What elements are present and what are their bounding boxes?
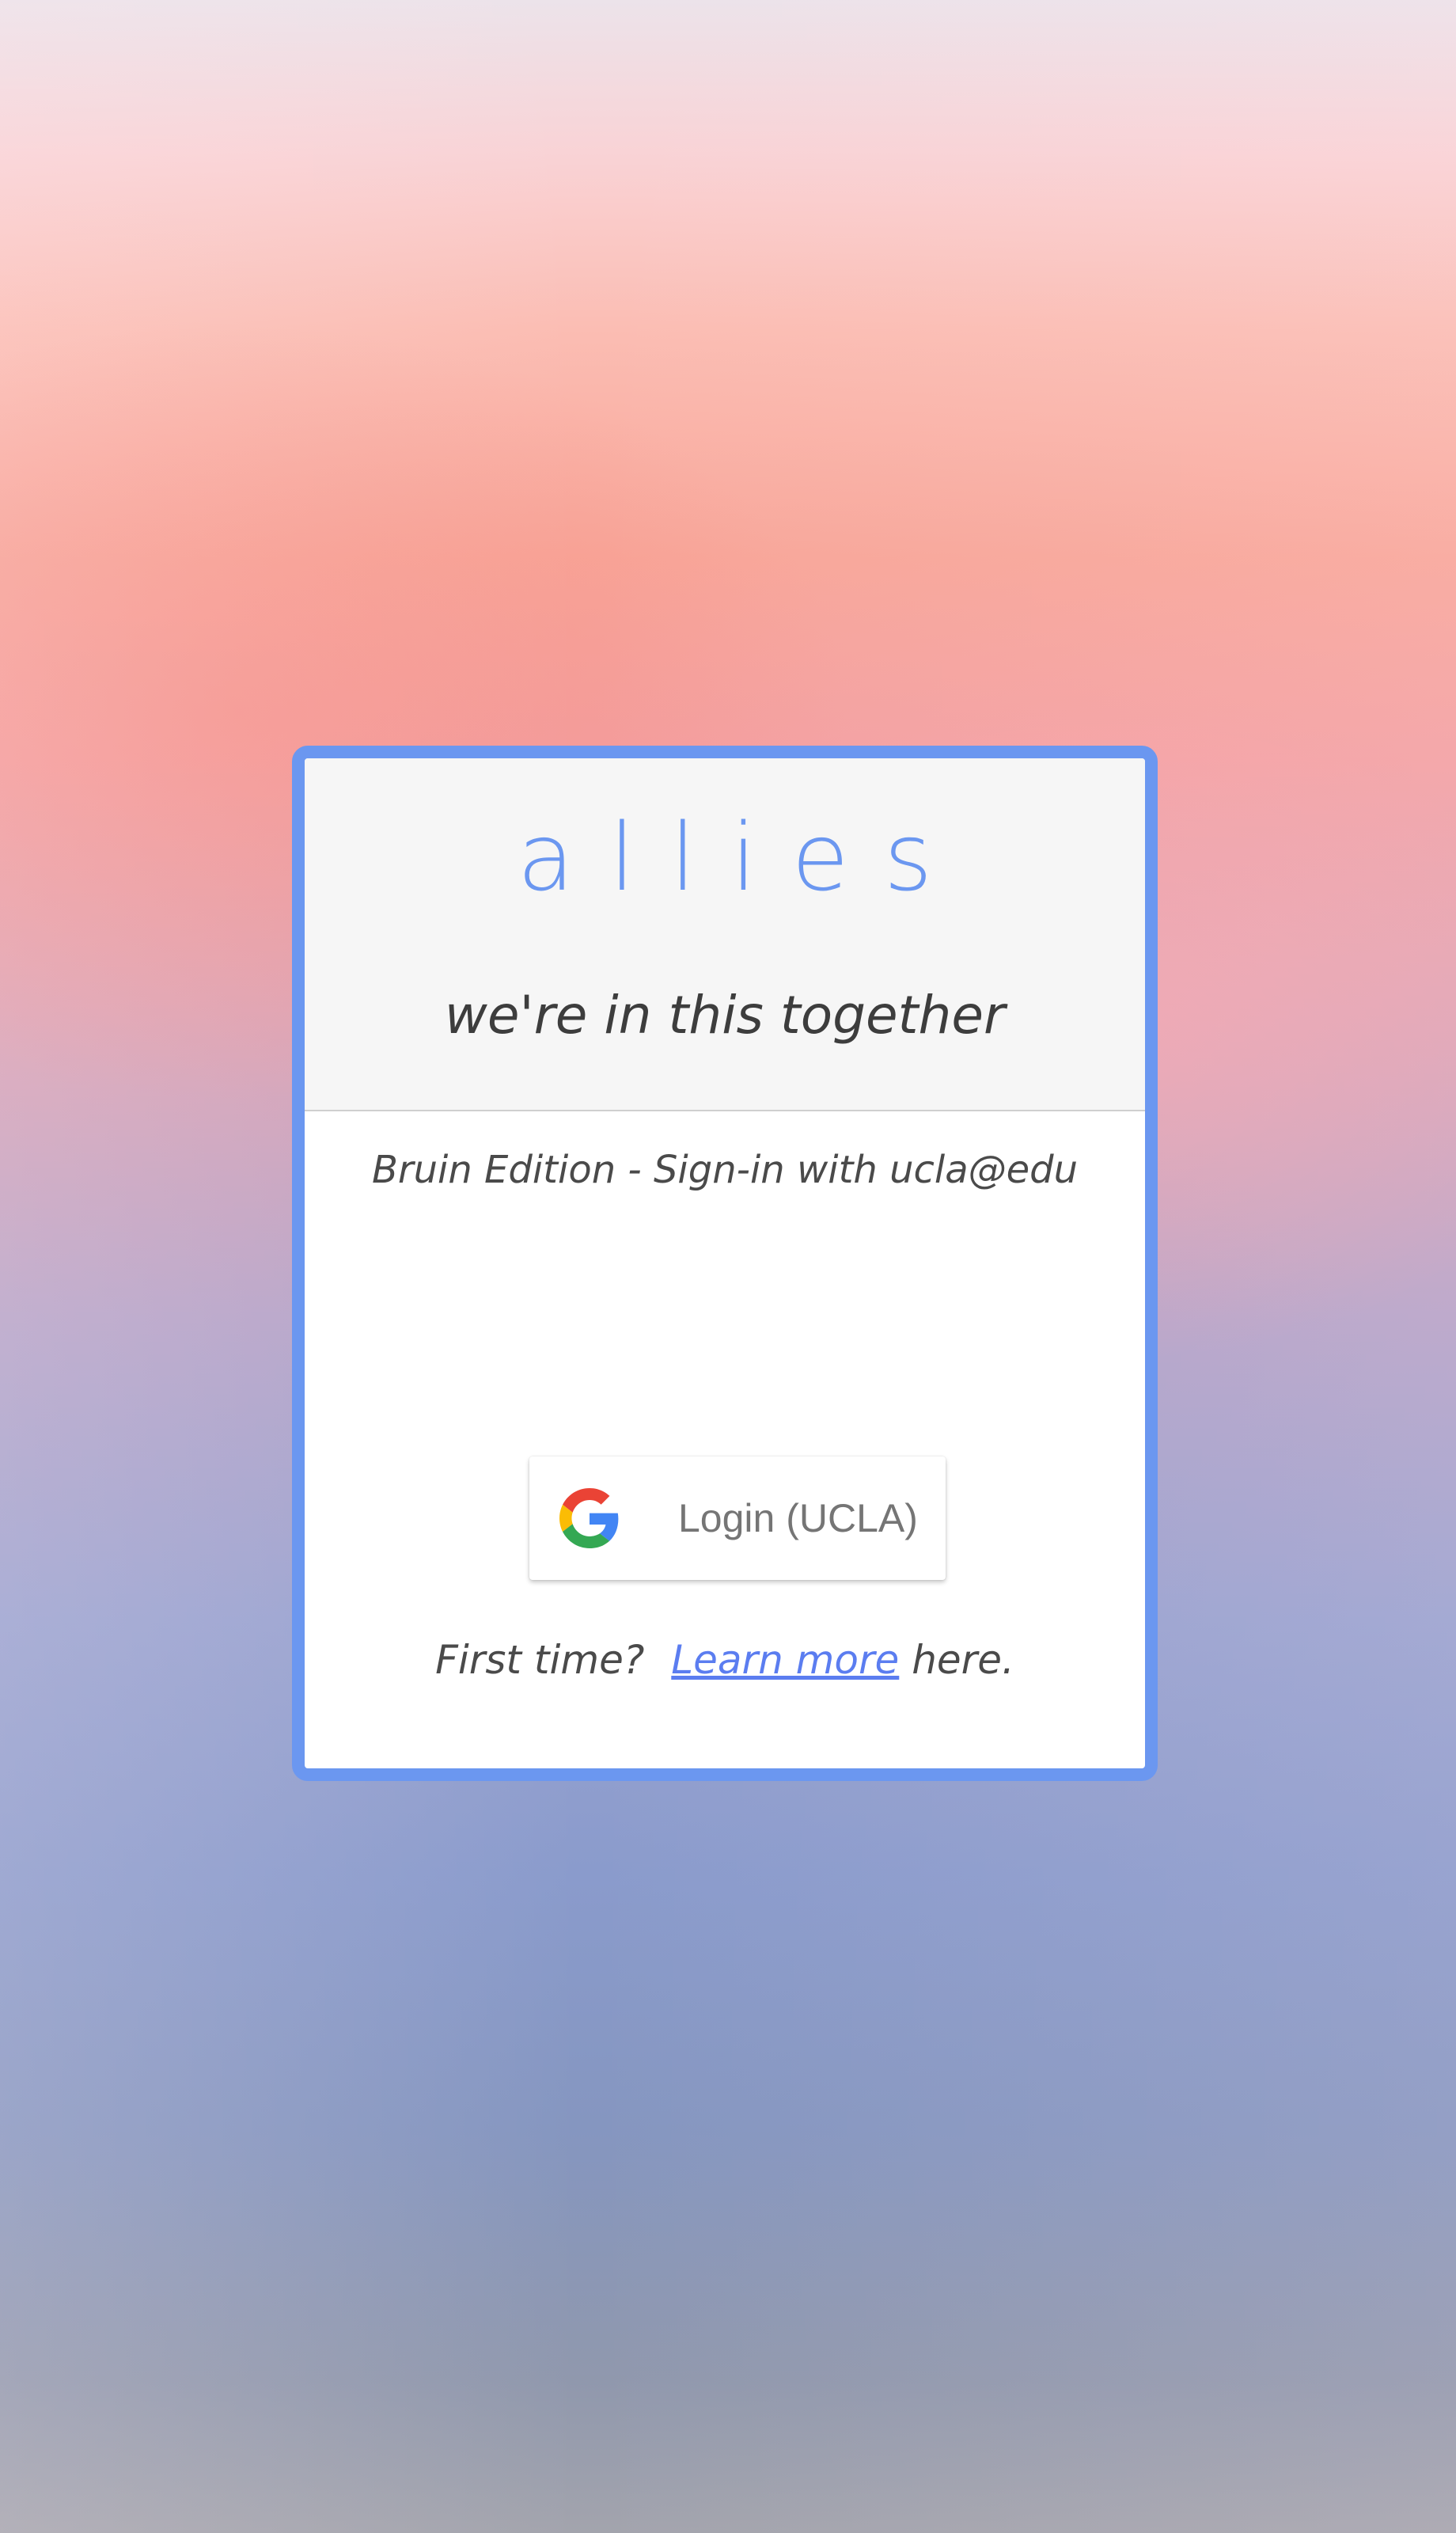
edition-text: Bruin Edition - Sign-in with ucla@edu — [371, 1148, 1079, 1192]
first-time-prefix: First time? — [435, 1637, 645, 1683]
login-button-label: Login (UCLA) — [678, 1496, 918, 1540]
learn-more-link[interactable]: Learn more — [671, 1637, 899, 1683]
card-header: allies we're in this together — [305, 758, 1145, 1111]
app-tagline: we're in this together — [444, 985, 1006, 1046]
login-card: allies we're in this together Bruin Edit… — [292, 746, 1158, 1781]
google-login-button[interactable]: Login (UCLA) — [529, 1456, 946, 1580]
first-time-suffix: here. — [912, 1637, 1014, 1683]
first-time-text: First time? Learn more here. — [305, 1637, 1145, 1683]
google-g-icon — [559, 1488, 620, 1548]
app-logo: allies — [517, 803, 968, 912]
